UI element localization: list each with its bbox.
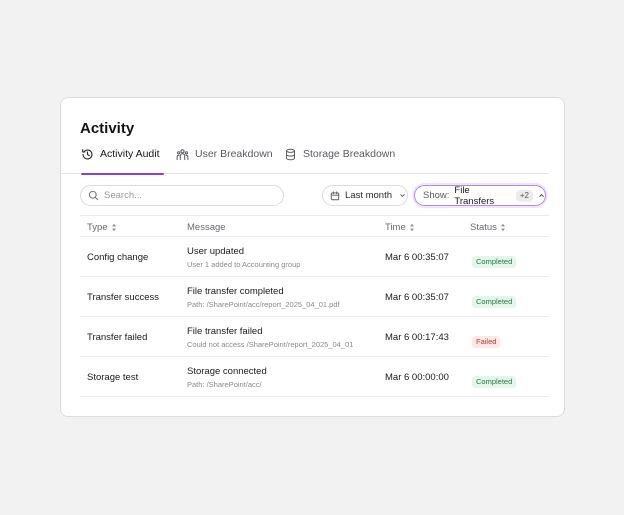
message-detail: Path: /SharePoint/acc/report_2025_04_01.… [187,300,340,309]
extra-filters-badge: +2 [515,189,533,202]
sort-icon [409,223,415,232]
table-header: Type Message Time Status [80,215,550,237]
status-badge: Completed [472,376,517,388]
sort-icon [111,223,117,232]
tab-storage-breakdown[interactable]: Storage Breakdown [284,148,395,174]
row-status: Completed [472,371,517,389]
row-time: Mar 6 00:35:07 [385,292,449,303]
table-row[interactable]: Transfer failed File transfer failed Cou… [80,317,550,357]
database-icon [284,148,297,161]
column-header-message: Message [187,222,226,233]
status-badge: Failed [472,336,501,348]
tab-label: Activity Audit [100,148,160,160]
users-icon [176,148,189,161]
row-message: Storage connected Path: /SharePoint/acc/ [187,366,267,390]
row-type: Transfer success [87,292,159,303]
row-type: Storage test [87,372,139,383]
column-label: Time [385,222,406,233]
chevron-down-icon [399,192,406,199]
page-title: Activity [80,120,135,137]
column-header-time[interactable]: Time [385,222,415,233]
message-detail: Path: /SharePoint/acc/ [187,380,262,389]
column-label: Type [87,222,108,233]
row-status: Failed [472,331,501,349]
tab-user-breakdown[interactable]: User Breakdown [176,148,273,174]
message-title: File transfer failed [187,326,263,337]
row-time: Mar 6 00:00:00 [385,372,449,383]
date-range-dropdown[interactable]: Last month [322,185,408,206]
row-status: Completed [472,251,517,269]
column-header-type[interactable]: Type [87,222,117,233]
history-icon [81,148,94,161]
message-title: User updated [187,246,245,257]
column-label: Message [187,222,226,233]
activity-card: Activity Activity Audit User Breakdown S… [60,97,565,417]
show-filter-dropdown[interactable]: Show: File Transfers +2 [414,184,546,207]
status-badge: Completed [472,296,517,308]
row-status: Completed [472,291,517,309]
sort-icon [500,223,506,232]
column-label: Status [470,222,497,233]
tab-label: Storage Breakdown [303,148,396,160]
message-detail: User 1 added to Accounting group [187,260,301,269]
status-badge: Completed [472,256,517,268]
tab-label: User Breakdown [195,148,273,160]
message-title: Storage connected [187,366,267,377]
search-input[interactable] [104,190,274,201]
row-type: Config change [87,252,149,263]
show-filter-prefix: Show: [423,190,450,201]
row-time: Mar 6 00:17:43 [385,332,449,343]
row-time: Mar 6 00:35:07 [385,252,449,263]
tab-activity-audit[interactable]: Activity Audit [81,148,164,175]
chevron-up-icon [538,192,545,199]
row-type: Transfer failed [87,332,148,343]
tab-bar: Activity Audit User Breakdown Storage Br… [61,148,549,175]
row-message: User updated User 1 added to Accounting … [187,246,300,270]
table-row[interactable]: Transfer success File transfer completed… [80,277,550,317]
show-filter-value: File Transfers [454,184,495,207]
date-range-label: Last month [345,190,392,201]
column-header-status[interactable]: Status [470,222,506,233]
row-message: File transfer completed Path: /SharePoin… [187,286,340,310]
search-icon [88,190,99,201]
search-box[interactable] [80,185,284,206]
table-row[interactable]: Storage test Storage connected Path: /Sh… [80,357,550,397]
activity-table: Type Message Time Status Config change U… [80,215,550,397]
message-detail: Could not access /SharePoint/report_2025… [187,340,354,349]
message-title: File transfer completed [187,286,284,297]
row-message: File transfer failed Could not access /S… [187,326,353,350]
table-row[interactable]: Config change User updated User 1 added … [80,237,550,277]
calendar-icon [330,190,340,201]
